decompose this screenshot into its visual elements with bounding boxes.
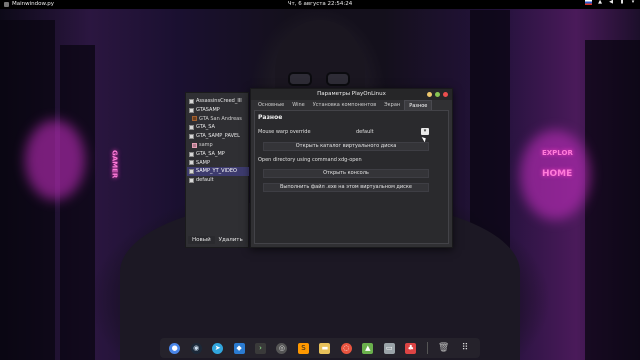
run-exe-button[interactable]: Выполнить файл .exe на этом виртуальном … — [263, 183, 429, 192]
prefix-item[interactable]: GTA_SA_MP — [187, 150, 249, 159]
minimize-icon[interactable] — [427, 92, 432, 97]
prefix-icon — [189, 169, 194, 175]
power-menu-icon: ▾ — [631, 0, 635, 5]
prefix-icon — [189, 160, 194, 166]
wallpaper-sign-left: GAMER — [110, 150, 119, 179]
prefix-item-label: AssassinsCreed_III — [196, 98, 242, 104]
prefix-item[interactable]: samp — [187, 141, 249, 150]
playonlinux-settings-dialog: Параметры PlayOnLinux Основные Wine Устано… — [250, 88, 453, 248]
keyboard-layout-flag-icon[interactable] — [585, 0, 592, 5]
battery-icon: ▮ — [620, 0, 624, 5]
prefix-item-label: default — [196, 177, 214, 184]
new-prefix-button[interactable]: Новый — [188, 236, 215, 244]
top-bar-app-menu[interactable]: Mainwindow.py — [4, 0, 54, 9]
prefix-button-row: Новый Удалить — [188, 236, 246, 244]
delete-prefix-button[interactable]: Удалить — [215, 236, 247, 244]
sublime-icon[interactable]: S — [297, 342, 309, 354]
prefix-item-label: SAMP_YT_VIDEO — [196, 168, 237, 175]
open-console-button[interactable]: Открыть консоль — [263, 169, 429, 178]
wallpaper-sign-right-2: HOME — [542, 169, 573, 179]
wallpaper-glasses-left — [288, 72, 312, 86]
system-tray[interactable]: ▲ ◀ ▮ ▾ — [585, 0, 636, 5]
playonlinux-icon[interactable]: ♣ — [405, 342, 417, 354]
files-icon[interactable]: ▬ — [319, 342, 331, 354]
mouse-warp-select[interactable]: default — [356, 129, 374, 135]
misc-tab-content: Разное Mouse warp override default ▾ Отк… — [254, 110, 449, 244]
prefix-list: AssassinsCreed_III GTASAMP GTA San Andreas… — [187, 97, 249, 185]
window-controls — [427, 92, 448, 97]
show-apps-icon[interactable]: ⠿ — [460, 343, 471, 354]
prefix-icon — [189, 134, 194, 140]
dialog-titlebar[interactable]: Параметры PlayOnLinux — [251, 89, 452, 100]
terminal-icon[interactable]: › — [255, 342, 267, 354]
prefix-item-label: samp — [199, 141, 213, 148]
prefix-icon — [189, 178, 194, 184]
trash-icon[interactable]: 🗑 — [438, 343, 449, 354]
prefix-item[interactable]: SAMP_YT_VIDEO — [187, 167, 249, 177]
mouse-warp-label: Mouse warp override — [258, 129, 311, 135]
prefix-icon — [189, 151, 194, 157]
prefix-item[interactable]: GTA San Andreas — [187, 115, 249, 124]
telegram-icon[interactable]: ➤ — [212, 342, 224, 354]
vscode-icon[interactable]: ◆ — [233, 342, 245, 354]
top-bar: Mainwindow.py Чт, 6 августа 22:54:24 ▲ ◀… — [0, 0, 640, 9]
samp-icon — [192, 142, 197, 148]
disks-icon[interactable]: ▭ — [383, 342, 395, 354]
prefix-item-label: GTA_SAMP_PAVEL — [196, 133, 240, 140]
network-icon: ▲ — [598, 0, 602, 5]
prefix-item[interactable]: default — [187, 176, 249, 185]
prefix-item[interactable]: GTA_SA — [187, 123, 249, 132]
wallpaper-building-right-2 — [585, 40, 640, 360]
prefix-item[interactable]: GTA_SAMP_PAVEL — [187, 132, 249, 141]
chevron-down-icon[interactable]: ▾ — [421, 128, 429, 135]
wallpaper-glasses-right — [326, 72, 350, 86]
prefix-item-label: GTA San Andreas — [199, 115, 242, 122]
prefix-icon — [189, 125, 194, 131]
open-dir-cmd-label: Open directory using command — [258, 157, 337, 163]
prefix-list-panel: AssassinsCreed_III GTASAMP GTA San Andreas… — [185, 92, 249, 248]
open-virtual-disk-button[interactable]: Открыть каталог виртуального диска — [263, 142, 429, 151]
wallpaper-neon-glow-left — [25, 120, 85, 200]
prefix-item[interactable]: AssassinsCreed_III — [187, 97, 249, 106]
tab-2[interactable]: Установка компонентов — [309, 100, 380, 110]
prefix-item-label: SAMP — [196, 159, 211, 166]
tab-4[interactable]: Разное — [404, 100, 433, 110]
game-icon — [192, 116, 197, 122]
prefix-icon — [189, 98, 194, 104]
tab-1[interactable]: Wine — [288, 100, 308, 110]
section-title: Разное — [258, 114, 283, 121]
prefix-item-label: GTA_SA_MP — [196, 150, 225, 157]
dock: ● ◉ ➤ ◆ › ◎ S ▬ ◌ ▲ ▭ ♣ 🗑 ⠿ — [160, 338, 480, 358]
dock-separator — [426, 342, 428, 354]
prefix-item-label: GTASAMP — [196, 106, 220, 113]
tab-0[interactable]: Основные — [254, 100, 288, 110]
prefix-icon — [189, 107, 194, 113]
settings-tabs: Основные Wine Установка компонентов Экран Ра… — [254, 100, 449, 110]
dialog-title: Параметры PlayOnLinux — [317, 91, 386, 97]
prefix-item[interactable]: GTASAMP — [187, 106, 249, 115]
prefix-item-label: GTA_SA — [196, 124, 215, 131]
android-studio-icon[interactable]: ▲ — [362, 342, 374, 354]
volume-icon: ◀ — [609, 0, 613, 5]
ubuntu-icon[interactable]: ◌ — [340, 342, 352, 354]
wallpaper-building-left-2 — [60, 45, 95, 360]
tab-3[interactable]: Экран — [380, 100, 404, 110]
chromium-icon[interactable]: ● — [169, 342, 181, 354]
close-icon[interactable] — [443, 92, 448, 97]
top-bar-app-name: Mainwindow.py — [12, 1, 54, 7]
wallpaper-sign-right-1: EXPLOR — [542, 149, 573, 157]
steam-icon[interactable]: ◉ — [190, 342, 202, 354]
git-icon[interactable]: ◎ — [276, 342, 288, 354]
top-bar-clock[interactable]: Чт, 6 августа 22:54:24 — [0, 0, 640, 9]
maximize-icon[interactable] — [435, 92, 440, 97]
prefix-item[interactable]: SAMP — [187, 159, 249, 168]
open-dir-cmd-input[interactable]: xdg-open — [338, 157, 362, 163]
app-menu-icon — [4, 2, 9, 7]
